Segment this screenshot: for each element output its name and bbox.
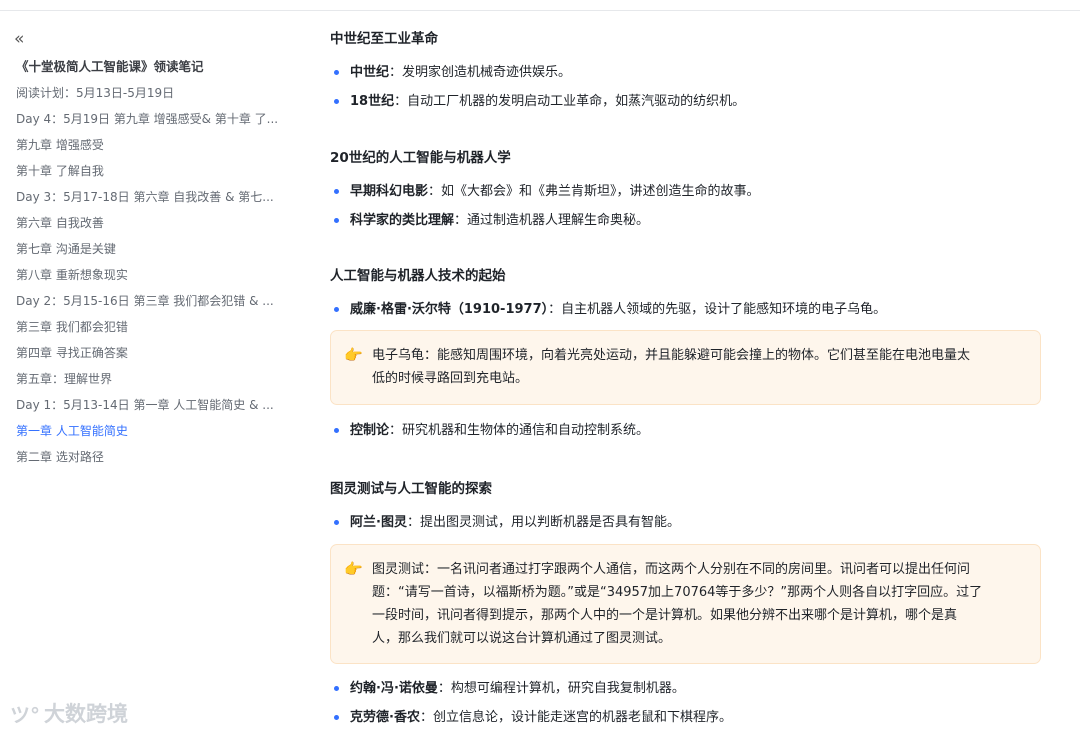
- toc-item-chapter-1[interactable]: 第一章 人工智能简史: [16, 418, 286, 444]
- toc-item-chapter-3[interactable]: 第三章 我们都会犯错: [16, 314, 286, 340]
- section-heading: 人工智能与机器人技术的起始: [330, 268, 506, 284]
- list-item: 威廉·格雷·沃尔特（1910-1977）：自主机器人领域的先驱，设计了能感知环境…: [330, 295, 1050, 324]
- toc-item-chapter-4[interactable]: 第四章 寻找正确答案: [16, 340, 286, 366]
- section-heading: 20世纪的人工智能与机器人学: [330, 150, 511, 166]
- section-heading: 图灵测试与人工智能的探索: [330, 481, 492, 497]
- bullet-dot-icon: [334, 520, 339, 525]
- toc-list: 阅读计划：5月13日-5月19日 Day 4：5月19日 第九章 增强感受& 第…: [16, 80, 286, 470]
- toc-item-day1[interactable]: Day 1：5月13-14日 第一章 人工智能简史 & ...: [16, 392, 286, 418]
- callout-text-line: 题：“请写一首诗，以福斯桥为题。”或是“34957加上70764等于多少？”那两…: [372, 585, 983, 600]
- callout-text-line: 一段时间，讯问者得到提示，那两个人中的一个是计算机。如果他分辨不出来哪个是计算机…: [372, 608, 958, 623]
- bullet-dot-icon: [334, 189, 339, 194]
- list-item: 约翰·冯·诺依曼：构想可编程计算机，研究自我复制机器。: [330, 674, 1050, 703]
- section-heading: 中世纪至工业革命: [330, 31, 438, 47]
- sidebar-toc: « 《十堂极简人工智能课》领读笔记 阅读计划：5月13日-5月19日 Day 4…: [0, 10, 290, 734]
- bullet-dot-icon: [334, 307, 339, 312]
- bullet-dot-icon: [334, 99, 339, 104]
- pointing-hand-icon: 👉: [344, 560, 363, 578]
- bullet-dot-icon: [334, 428, 339, 433]
- list-item: 控制论：研究机器和生物体的通信和自动控制系统。: [330, 416, 1050, 445]
- bullet-dot-icon: [334, 686, 339, 691]
- callout-turing-test: 👉 图灵测试：一名讯问者通过打字跟两个人通信，而这两个人分别在不同的房间里。讯问…: [330, 544, 1041, 664]
- section-medieval: 中世纪至工业革命 中世纪：发明家创造机械奇迹供娱乐。 18世纪：自动工厂机器的发…: [330, 20, 1050, 116]
- watermark-logo-icon: ツ°: [10, 702, 40, 727]
- section-pioneers: 约翰·冯·诺依曼：构想可编程计算机，研究自我复制机器。 克劳德·香农：创立信息论…: [330, 674, 1050, 732]
- list-item: 科学家的类比理解：通过制造机器人理解生命奥秘。: [330, 206, 1050, 235]
- list-item: 18世纪：自动工厂机器的发明启动工业革命，如蒸汽驱动的纺织机。: [330, 87, 1050, 116]
- toc-item-reading-plan[interactable]: 阅读计划：5月13日-5月19日: [16, 80, 286, 106]
- toc-item-chapter-8[interactable]: 第八章 重新想象现实: [16, 262, 286, 288]
- section-cybernetics: 控制论：研究机器和生物体的通信和自动控制系统。: [330, 416, 1050, 445]
- bullet-dot-icon: [334, 715, 339, 720]
- section-20th-century: 20世纪的人工智能与机器人学 早期科幻电影：如《大都会》和《弗兰肯斯坦》，讲述创…: [330, 139, 1050, 235]
- toc-item-chapter-10[interactable]: 第十章 了解自我: [16, 158, 286, 184]
- list-item: 中世纪：发明家创造机械奇迹供娱乐。: [330, 58, 1050, 87]
- callout-text-line: 低的时候寻路回到充电站。: [372, 371, 529, 386]
- toc-item-day3[interactable]: Day 3：5月17-18日 第六章 自我改善 & 第七...: [16, 184, 286, 210]
- callout-text-line: 电子乌龟：能感知周围环境，向着光亮处运动，并且能躲避可能会撞上的物体。它们甚至能…: [372, 348, 971, 363]
- bullet-dot-icon: [334, 70, 339, 75]
- toc-item-day4[interactable]: Day 4：5月19日 第九章 增强感受& 第十章 了...: [16, 106, 286, 132]
- list-item: 早期科幻电影：如《大都会》和《弗兰肯斯坦》，讲述创造生命的故事。: [330, 177, 1050, 206]
- toc-item-chapter-2[interactable]: 第二章 选对路径: [16, 444, 286, 470]
- toc-item-chapter-7[interactable]: 第七章 沟通是关键: [16, 236, 286, 262]
- collapse-sidebar-icon[interactable]: «: [14, 30, 24, 48]
- watermark: ツ° 大数跨境: [10, 698, 128, 728]
- toc-title[interactable]: 《十堂极简人工智能课》领读笔记: [16, 56, 204, 75]
- list-item: 阿兰·图灵：提出图灵测试，用以判断机器是否具有智能。: [330, 508, 1050, 537]
- section-turing: 图灵测试与人工智能的探索 阿兰·图灵：提出图灵测试，用以判断机器是否具有智能。: [330, 470, 1050, 537]
- callout-electronic-turtle: 👉 电子乌龟：能感知周围环境，向着光亮处运动，并且能躲避可能会撞上的物体。它们甚…: [330, 330, 1041, 405]
- toc-item-chapter-6[interactable]: 第六章 自我改善: [16, 210, 286, 236]
- toc-item-day2[interactable]: Day 2：5月15-16日 第三章 我们都会犯错 & ...: [16, 288, 286, 314]
- pointing-hand-icon: 👉: [344, 346, 363, 364]
- callout-text-line: 图灵测试：一名讯问者通过打字跟两个人通信，而这两个人分别在不同的房间里。讯问者可…: [372, 562, 971, 577]
- list-item: 克劳德·香农：创立信息论，设计能走迷宫的机器老鼠和下棋程序。: [330, 703, 1050, 732]
- section-ai-robotics-origin: 人工智能与机器人技术的起始 威廉·格雷·沃尔特（1910-1977）：自主机器人…: [330, 257, 1050, 324]
- watermark-text: 大数跨境: [44, 702, 128, 726]
- toc-item-chapter-9[interactable]: 第九章 增强感受: [16, 132, 286, 158]
- document-body: 中世纪至工业革命 中世纪：发明家创造机械奇迹供娱乐。 18世纪：自动工厂机器的发…: [330, 10, 1050, 734]
- toc-item-chapter-5[interactable]: 第五章：理解世界: [16, 366, 286, 392]
- bullet-dot-icon: [334, 218, 339, 223]
- callout-text-line: 人，那么我们就可以说这台计算机通过了图灵测试。: [372, 631, 672, 646]
